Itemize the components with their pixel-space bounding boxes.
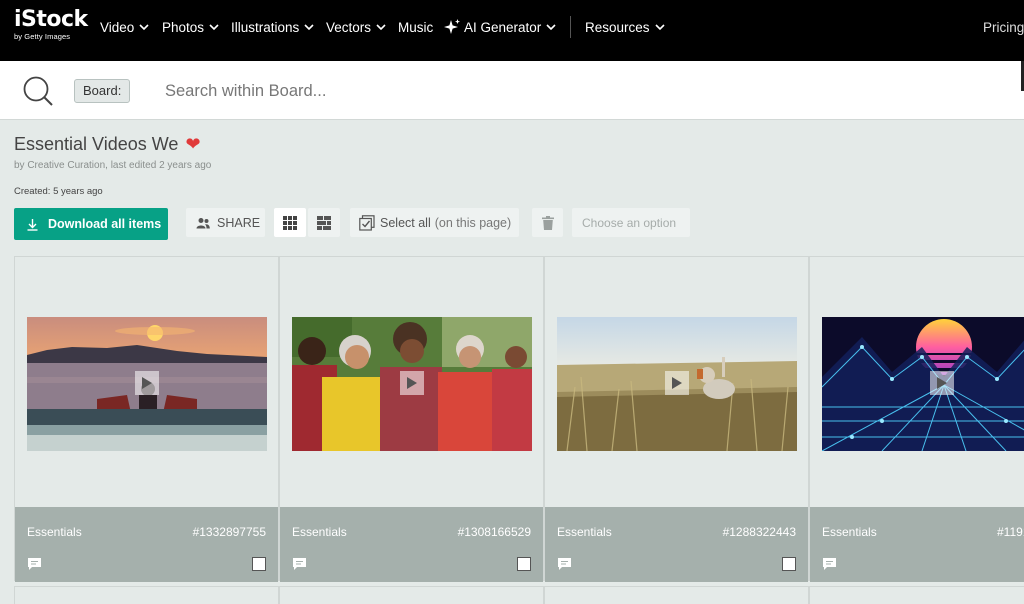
chevron-down-icon [139,24,149,31]
nav-pricing[interactable]: Pricing [983,19,1024,35]
board-title: Essential Videos We ❤ [14,134,201,155]
mosaic-view-toggle[interactable] [308,208,340,237]
nav-photos[interactable]: Photos [162,19,219,35]
istock-logo[interactable]: iStock by Getty Images [14,7,88,42]
play-icon[interactable] [665,371,689,395]
mosaic-icon [317,215,331,230]
choose-option-select[interactable]: Choose an option [572,208,690,237]
board-item-card[interactable]: Essentials #1332897755 [14,256,279,582]
comment-icon[interactable] [557,557,572,571]
grid-view-toggle[interactable] [274,208,306,237]
comment-icon[interactable] [27,557,42,571]
board-item-card[interactable] [279,586,544,604]
board-item-card[interactable]: Essentials #1308166529 [279,256,544,582]
sparkle-icon [444,19,460,34]
board-item-card[interactable] [544,586,809,604]
delete-button[interactable] [532,208,563,237]
share-label: SHARE [217,215,261,230]
board-title-text: Essential Videos We [14,134,179,154]
video-thumbnail[interactable] [557,317,797,451]
heart-icon: ❤ [185,134,201,154]
card-select-checkbox[interactable] [782,557,796,571]
select-all-label: Select all [380,215,431,230]
nav-illustrations-label: Illustrations [231,19,300,35]
card-asset-id[interactable]: #1332897755 [193,525,266,539]
card-asset-id[interactable]: #1308166529 [458,525,531,539]
board-created-date: Created: 5 years ago [14,186,103,197]
grid-icon [283,215,297,230]
nav-music[interactable]: Music [398,19,433,35]
board-item-card[interactable] [809,586,1024,604]
play-icon[interactable] [930,371,954,395]
card-select-checkbox[interactable] [252,557,266,571]
nav-video[interactable]: Video [100,19,149,35]
board-subtitle: by Creative Curation, last edited 2 year… [14,160,212,171]
board-search-bar: Board: [0,61,1024,120]
video-thumbnail[interactable] [292,317,532,451]
card-asset-id[interactable]: #1191 [997,525,1024,539]
chevron-down-icon [304,24,314,31]
board-item-card[interactable]: Essentials #1191 [809,256,1024,582]
card-collection-label[interactable]: Essentials [292,525,347,539]
select-all-icon [359,214,375,231]
nav-photos-label: Photos [162,19,205,35]
card-asset-id[interactable]: #1288322443 [723,525,796,539]
nav-resources-label: Resources [585,19,650,35]
chevron-down-icon [546,24,556,31]
users-icon [196,217,210,228]
nav-vectors-label: Vectors [326,19,372,35]
nav-resources[interactable]: Resources [585,19,665,35]
card-collection-label[interactable]: Essentials [822,525,877,539]
logo-subtext: by Getty Images [14,32,71,41]
search-within-board-input[interactable] [165,78,965,104]
card-collection-label[interactable]: Essentials [557,525,612,539]
nav-video-label: Video [100,19,135,35]
choose-option-label: Choose an option [582,215,677,230]
card-collection-label[interactable]: Essentials [27,525,82,539]
video-thumbnail[interactable] [822,317,1024,451]
chevron-down-icon [209,24,219,31]
card-footer: Essentials #1191 [810,507,1024,582]
download-all-button[interactable]: Download all items [14,208,168,240]
nav-music-label: Music [398,19,434,35]
nav-ai-generator-label: AI Generator [464,19,542,35]
download-icon [27,218,38,231]
trash-icon [541,215,554,230]
chevron-down-icon [654,24,665,31]
board-scope-chip[interactable]: Board: [74,79,131,103]
search-icon[interactable] [21,74,55,108]
chevron-down-icon [376,24,386,31]
top-navigation: iStock by Getty Images Video Photos Illu… [0,0,1024,61]
logo-text: iStock [14,7,88,32]
card-select-checkbox[interactable] [517,557,531,571]
nav-vectors[interactable]: Vectors [326,19,386,35]
share-button[interactable]: SHARE [186,208,265,237]
select-all-suffix: (on this page) [434,215,512,230]
board-item-card[interactable] [14,586,279,604]
nav-divider [570,16,571,38]
comment-icon[interactable] [292,557,307,571]
nav-ai-generator[interactable]: AI Generator [443,19,556,35]
card-footer: Essentials #1332897755 [15,507,278,582]
comment-icon[interactable] [822,557,837,571]
card-footer: Essentials #1308166529 [280,507,543,582]
card-footer: Essentials #1288322443 [545,507,808,582]
select-all-button[interactable]: Select all (on this page) [350,208,519,237]
nav-illustrations[interactable]: Illustrations [231,19,314,35]
board-items-grid: Essentials #1332897755 Essentials #13081… [14,256,1024,604]
play-icon[interactable] [135,371,159,395]
video-thumbnail[interactable] [27,317,267,451]
board-item-card[interactable]: Essentials #1288322443 [544,256,809,582]
play-icon[interactable] [400,371,424,395]
retro-grid-image [822,317,1024,451]
download-all-label: Download all items [48,217,162,231]
